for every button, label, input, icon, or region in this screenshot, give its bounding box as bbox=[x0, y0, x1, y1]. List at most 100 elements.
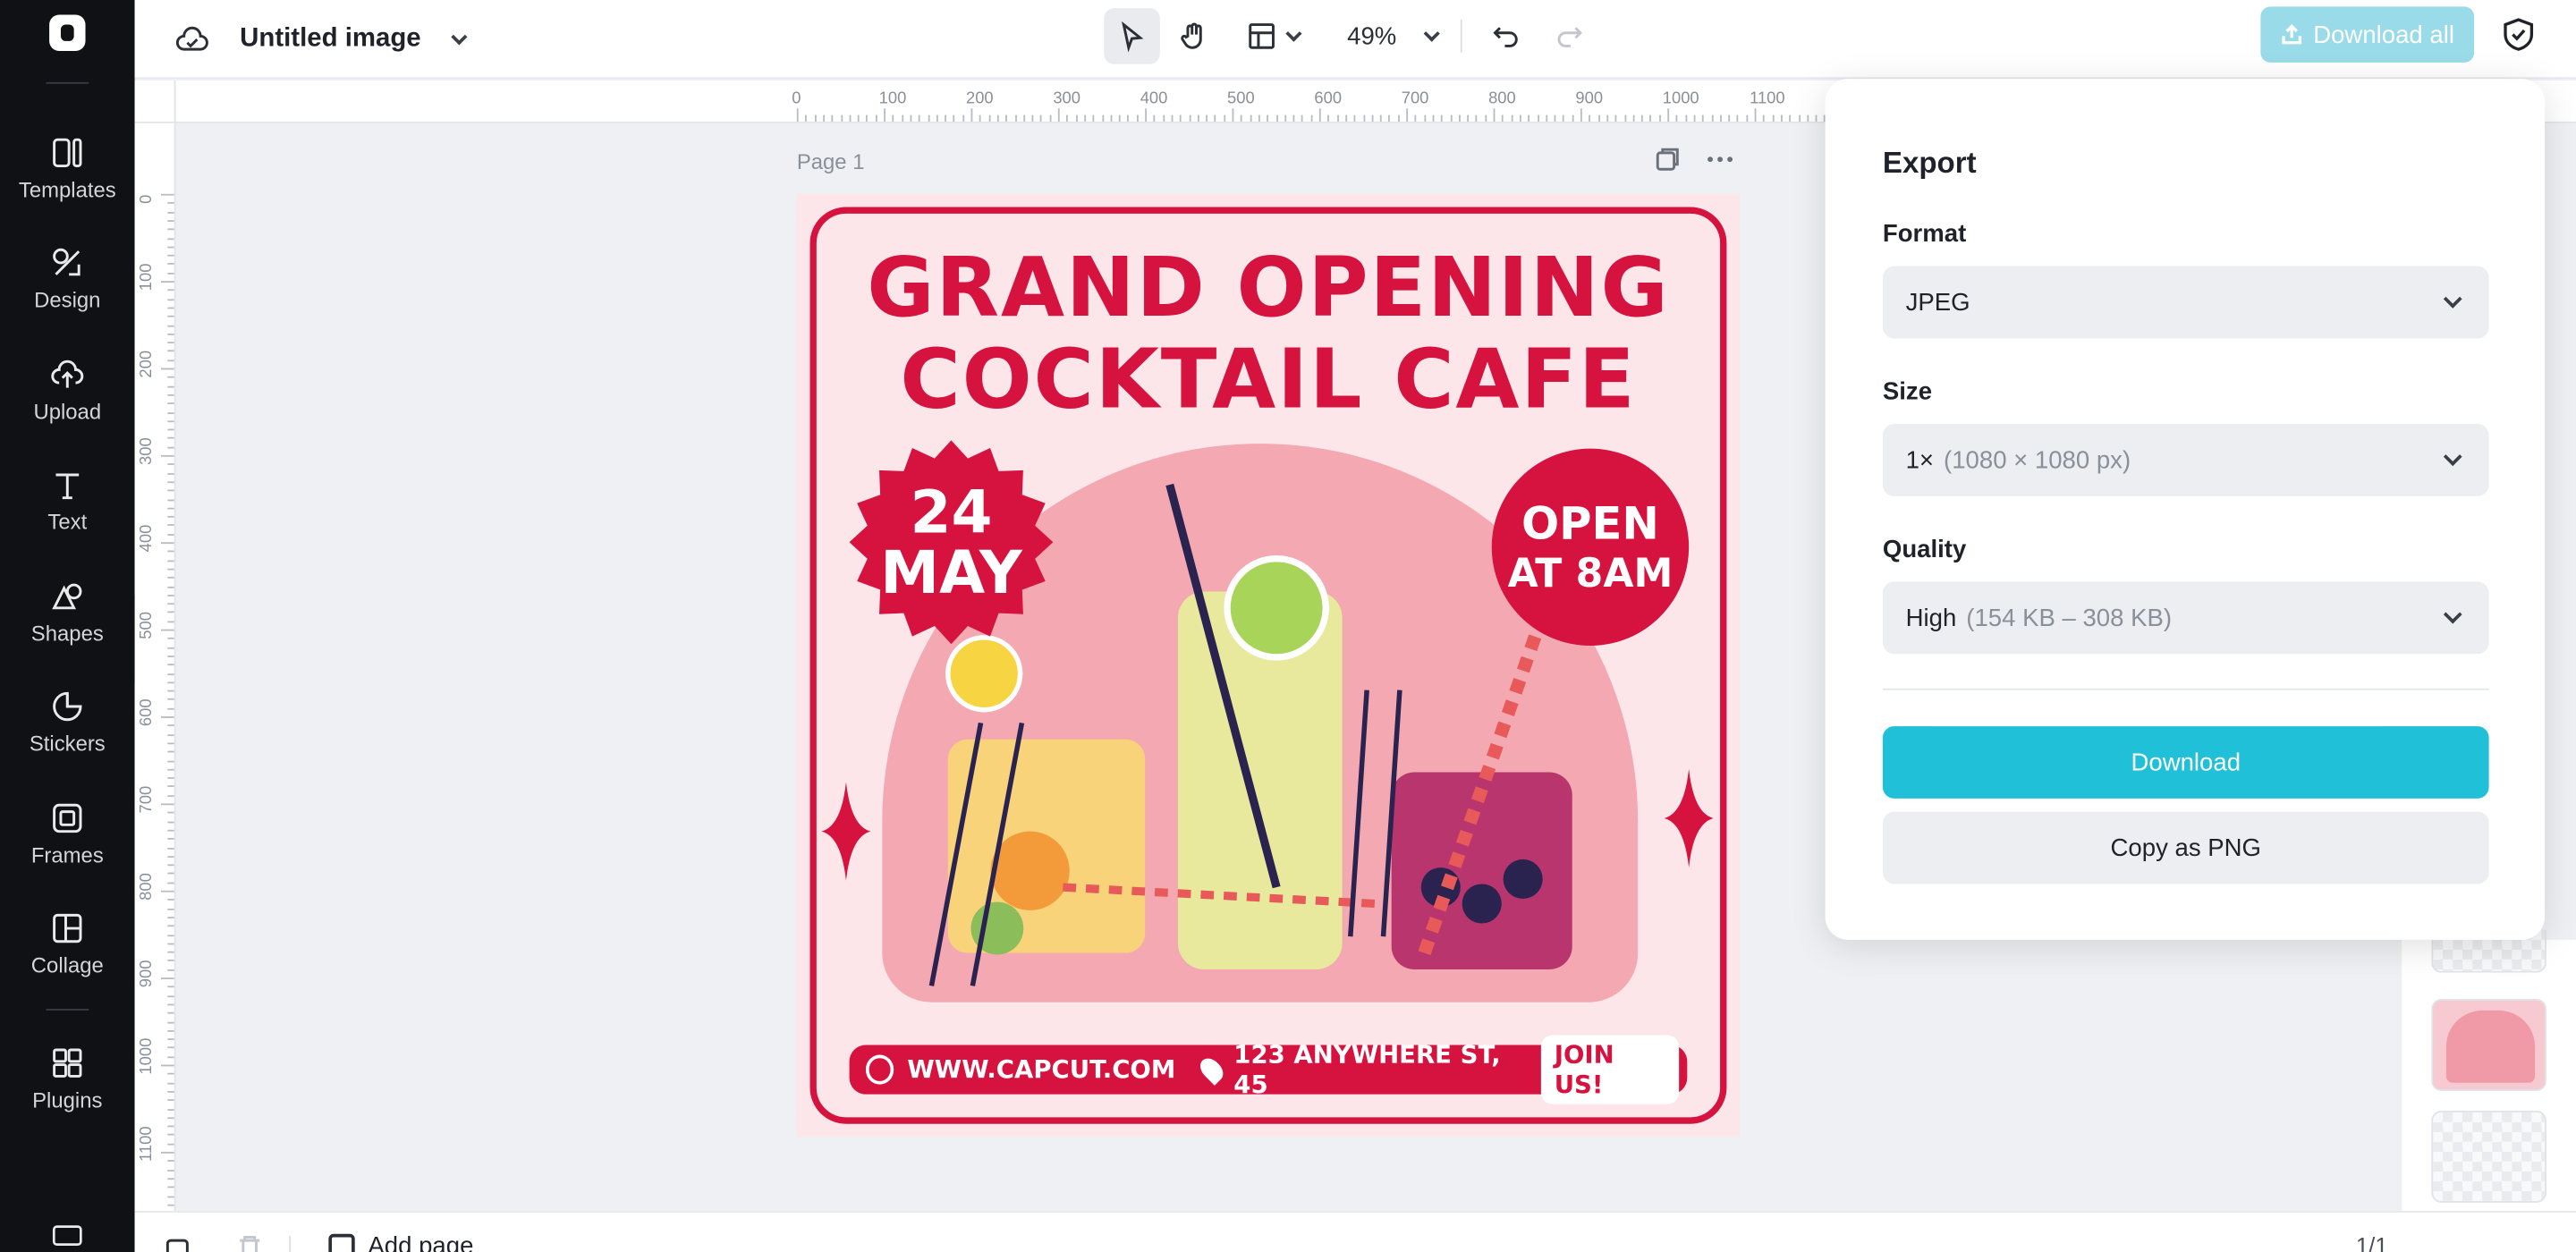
format-select[interactable]: JPEG bbox=[1882, 266, 2489, 339]
sidebar-item-label: Collage bbox=[30, 952, 104, 978]
page-duplicate-icon[interactable] bbox=[1653, 145, 1682, 174]
sidebar-item-text[interactable]: Text bbox=[0, 467, 135, 563]
ruler-tick bbox=[1275, 114, 1278, 122]
format-value: JPEG bbox=[1905, 288, 1970, 317]
page-tools bbox=[1653, 145, 1735, 174]
sidebar-item-stickers[interactable]: Stickers bbox=[0, 689, 135, 784]
ruler-tick bbox=[167, 1169, 174, 1172]
ruler-tick bbox=[167, 342, 174, 344]
sidebar-item-design[interactable]: Design bbox=[0, 245, 135, 341]
hand-tool-button[interactable] bbox=[1166, 8, 1222, 63]
cloud-sync-icon[interactable] bbox=[174, 21, 210, 57]
ruler-tick bbox=[167, 524, 174, 527]
download-all-button[interactable]: Download all bbox=[2260, 6, 2475, 63]
ruler-tick bbox=[1153, 114, 1156, 122]
ruler-tick bbox=[1267, 114, 1269, 122]
sparkle-decoration bbox=[1664, 768, 1714, 868]
ruler-tick bbox=[1250, 114, 1251, 122]
ruler-tick bbox=[840, 114, 843, 122]
ruler-tick bbox=[160, 454, 174, 457]
ruler-tick bbox=[1075, 114, 1078, 122]
ruler-label: 700 bbox=[1401, 90, 1429, 109]
quality-select[interactable]: High (154 KB – 308 KB) bbox=[1882, 581, 2489, 655]
ruler-tick bbox=[167, 585, 174, 588]
ruler-tick bbox=[1589, 114, 1591, 122]
ruler-tick bbox=[167, 812, 174, 814]
open-line1: OPEN bbox=[1521, 498, 1659, 550]
keyboard-shortcuts-button[interactable] bbox=[0, 1219, 135, 1252]
sidebar-item-shapes[interactable]: Shapes bbox=[0, 579, 135, 674]
ruler-tick bbox=[167, 1143, 174, 1146]
ruler-tick bbox=[1554, 114, 1556, 122]
sidebar-item-collage[interactable]: Collage bbox=[0, 910, 135, 1006]
ruler-tick bbox=[160, 542, 174, 545]
export-divider bbox=[1882, 688, 2489, 690]
size-select[interactable]: 1× (1080 × 1080 px) bbox=[1882, 424, 2489, 496]
redo-icon bbox=[1557, 27, 1583, 47]
ruler-label: 200 bbox=[965, 90, 994, 109]
more-options-icon[interactable] bbox=[1706, 145, 1735, 174]
pages-icon[interactable] bbox=[165, 1236, 194, 1252]
ruler-tick bbox=[167, 393, 174, 396]
poster-canvas[interactable]: GRAND OPENING COCKTAIL CAFE 24 MAY OPEN … bbox=[796, 193, 1741, 1138]
collage-icon bbox=[53, 913, 82, 943]
sidebar-divider bbox=[46, 81, 89, 84]
layer-thumbnail[interactable] bbox=[2431, 1110, 2546, 1203]
ruler-tick bbox=[1693, 114, 1696, 122]
ruler-tick bbox=[167, 1073, 174, 1076]
ruler-tick bbox=[1336, 114, 1339, 122]
ruler-tick bbox=[167, 307, 174, 309]
ruler-tick bbox=[160, 977, 174, 980]
trash-icon[interactable] bbox=[236, 1235, 262, 1252]
text-icon bbox=[55, 473, 80, 500]
ruler-label: 200 bbox=[138, 350, 157, 378]
sidebar-item-frames[interactable]: Frames bbox=[0, 800, 135, 896]
ruler-tick bbox=[167, 1125, 174, 1128]
ruler-tick bbox=[1432, 114, 1435, 122]
ruler-tick bbox=[167, 385, 174, 387]
ruler-tick bbox=[1371, 114, 1374, 122]
bottom-bar: Add page 1/1 bbox=[134, 1211, 2576, 1252]
layout-dropdown-button[interactable] bbox=[1229, 8, 1321, 63]
ruler-tick bbox=[1301, 114, 1304, 122]
zoom-dropdown[interactable]: 49% bbox=[1347, 22, 1444, 50]
select-tool-button[interactable] bbox=[1104, 8, 1160, 64]
ruler-label: 300 bbox=[138, 437, 157, 465]
ruler-label: 600 bbox=[138, 698, 157, 727]
ruler-tick bbox=[167, 820, 174, 823]
ruler-label: 0 bbox=[792, 90, 801, 109]
ruler-label: 900 bbox=[138, 960, 157, 988]
download-button[interactable]: Download bbox=[1882, 726, 2489, 799]
poster-footer-bar[interactable]: WWW.CAPCUT.COM 123 ANYWHERE ST, 45 JOIN … bbox=[849, 1035, 1688, 1104]
ruler-tick bbox=[1362, 114, 1365, 122]
app-logo[interactable] bbox=[49, 14, 86, 51]
poster-title-line1[interactable]: GRAND OPENING bbox=[797, 240, 1740, 335]
ruler-tick bbox=[167, 1108, 174, 1111]
ruler-tick bbox=[167, 882, 174, 884]
chevron-down-icon[interactable] bbox=[451, 28, 468, 45]
download-all-label: Download all bbox=[2313, 20, 2454, 49]
undo-button[interactable] bbox=[1479, 8, 1534, 63]
add-page-button[interactable]: Add page bbox=[328, 1232, 473, 1252]
ruler-tick bbox=[1737, 114, 1739, 122]
ruler-tick bbox=[1345, 114, 1347, 122]
sidebar-item-plugins[interactable]: Plugins bbox=[0, 1045, 135, 1141]
ruler-tick bbox=[167, 263, 174, 266]
document-title[interactable]: Untitled image bbox=[240, 25, 420, 55]
opening-time-badge[interactable]: OPEN AT 8AM bbox=[1491, 448, 1690, 647]
poster-title-line2[interactable]: COCKTAIL CAFE bbox=[797, 332, 1740, 427]
canvas-tools: 49% bbox=[1104, 6, 1603, 65]
redo-button[interactable] bbox=[1541, 8, 1597, 63]
left-sidebar: Templates Design Upload Text Shapes Stic… bbox=[0, 0, 135, 1252]
shield-check-button[interactable] bbox=[2501, 16, 2537, 52]
ruler-tick bbox=[167, 1178, 174, 1180]
ruler-tick bbox=[167, 707, 174, 710]
date-badge[interactable]: 24 MAY bbox=[846, 437, 1056, 647]
ruler-tick bbox=[1676, 114, 1678, 122]
ruler-tick bbox=[167, 777, 174, 780]
sidebar-item-templates[interactable]: Templates bbox=[0, 135, 135, 231]
ruler-tick bbox=[1232, 108, 1234, 122]
sidebar-item-upload[interactable]: Upload bbox=[0, 357, 135, 453]
layer-thumbnail[interactable] bbox=[2431, 999, 2546, 1091]
copy-as-png-button[interactable]: Copy as PNG bbox=[1882, 811, 2489, 884]
